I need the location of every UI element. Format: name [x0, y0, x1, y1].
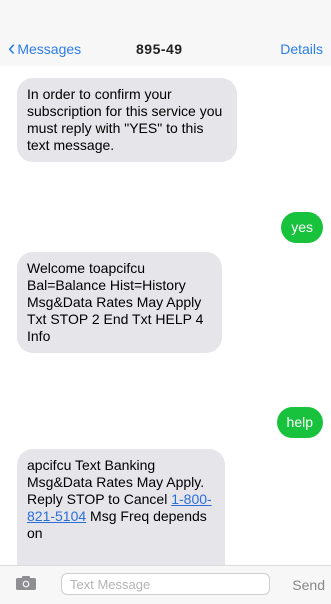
outgoing-message: help — [276, 407, 323, 438]
message-composer: Send — [0, 565, 331, 604]
navigation-bar: ‹ Messages 895-49 Details — [0, 0, 331, 66]
back-button-label: Messages — [17, 41, 82, 57]
message-thread[interactable]: In order to confirm your subscription fo… — [0, 66, 331, 566]
details-button[interactable]: Details — [280, 41, 323, 57]
incoming-message: Welcome toapcifcu Bal=Balance Hist=Histo… — [17, 252, 222, 353]
back-button[interactable]: ‹ Messages — [8, 35, 82, 60]
messages-screen: ‹ Messages 895-49 Details In order to co… — [0, 0, 331, 604]
incoming-message: In order to confirm your subscription fo… — [17, 78, 237, 162]
chevron-left-icon: ‹ — [8, 35, 16, 60]
incoming-message: apcifcu Text Banking Msg&Data Rates May … — [17, 449, 225, 566]
message-input[interactable] — [61, 573, 270, 595]
conversation-title: 895-49 — [136, 41, 183, 57]
camera-icon[interactable] — [16, 576, 36, 590]
outgoing-message: yes — [281, 212, 323, 243]
send-button[interactable]: Send — [292, 577, 325, 593]
